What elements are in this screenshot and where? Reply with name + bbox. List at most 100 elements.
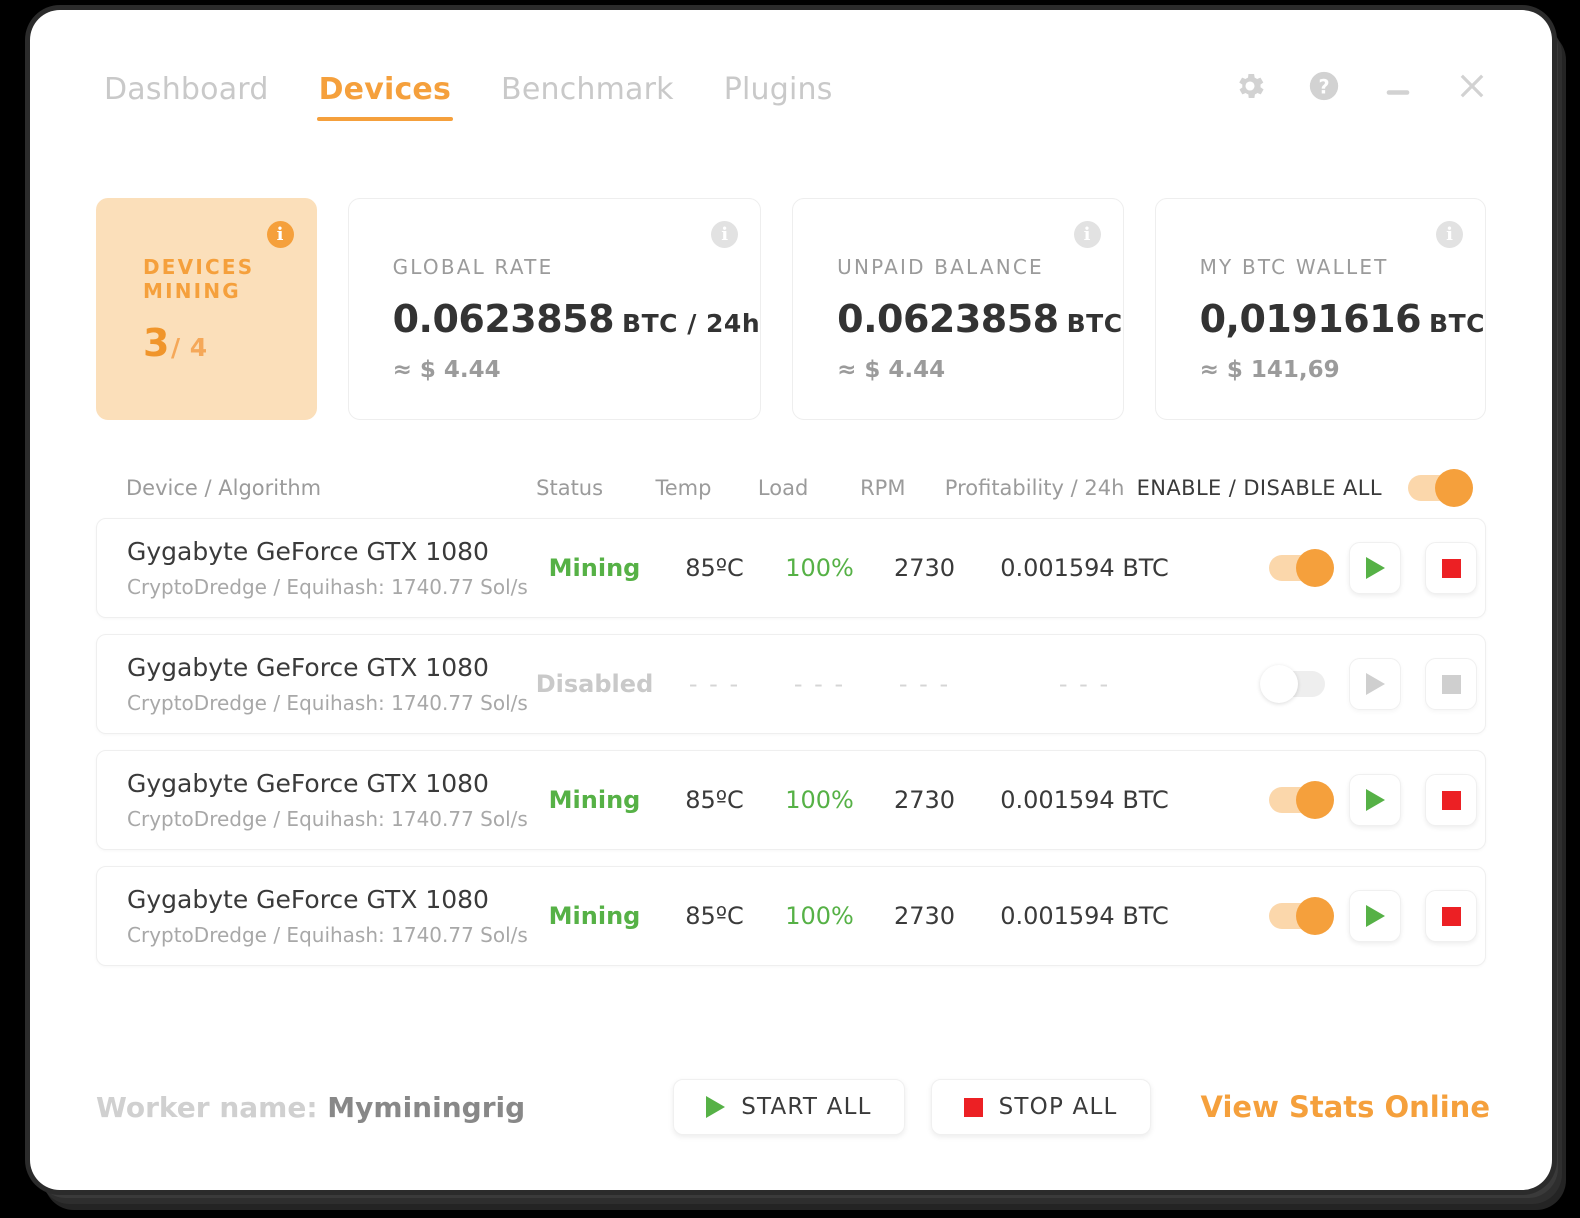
start-all-label: START ALL <box>741 1094 872 1120</box>
card-value-unit: / 4 <box>170 333 208 362</box>
status-cell: Mining <box>548 902 641 930</box>
tab-devices[interactable]: Devices <box>311 72 459 121</box>
play-icon <box>706 1096 726 1118</box>
header-device: Device / Algorithm <box>126 476 322 500</box>
close-icon[interactable] <box>1454 68 1490 104</box>
row-enable-toggle[interactable] <box>1269 781 1334 819</box>
stop-icon <box>1441 906 1461 926</box>
device-cell: Gygabyte GeForce GTX 1080 CryptoDredge /… <box>127 537 528 599</box>
temp-cell: - - - <box>688 670 741 698</box>
play-icon <box>1365 557 1385 579</box>
header-rpm: RPM <box>860 476 906 500</box>
row-enable-toggle[interactable] <box>1260 665 1325 703</box>
status-cell: Mining <box>548 554 641 582</box>
stop-button[interactable] <box>1425 774 1477 826</box>
start-button[interactable] <box>1349 774 1401 826</box>
card-value: 0.0623858 BTC / 24h <box>393 297 761 341</box>
device-algorithm: CryptoDredge / Equihash: 1740.77 Sol/s <box>127 923 528 947</box>
card-value-number: 0.0623858 <box>837 297 1059 341</box>
enable-disable-all-label: ENABLE / DISABLE ALL <box>1136 476 1383 500</box>
table-row[interactable]: Gygabyte GeForce GTX 1080 CryptoDredge /… <box>96 750 1486 850</box>
tab-benchmark[interactable]: Benchmark <box>493 72 682 121</box>
enable-disable-all-toggle[interactable] <box>1408 469 1474 507</box>
row-actions <box>1192 658 1485 710</box>
stop-icon <box>963 1097 983 1117</box>
profitability-cell: 0.001594 BTC <box>1000 786 1169 814</box>
svg-text:?: ? <box>1318 75 1329 98</box>
card-value: 3/ 4 <box>143 321 316 365</box>
tab-plugins[interactable]: Plugins <box>716 72 841 121</box>
row-actions <box>1192 890 1485 942</box>
info-icon-glyph: i <box>1083 223 1091 245</box>
rpm-cell: 2730 <box>893 786 956 814</box>
device-cell: Gygabyte GeForce GTX 1080 CryptoDredge /… <box>127 653 528 715</box>
row-enable-toggle[interactable] <box>1269 549 1334 587</box>
row-actions <box>1192 774 1485 826</box>
load-cell: 100% <box>785 554 854 582</box>
device-name: Gygabyte GeForce GTX 1080 <box>127 653 489 682</box>
info-icon[interactable]: i <box>1073 221 1101 248</box>
card-value-unit: BTC / 24h <box>622 309 761 338</box>
start-button[interactable] <box>1349 890 1401 942</box>
app-window: Dashboard Devices Benchmark Plugins ? i … <box>30 10 1552 1190</box>
header-actions: ENABLE / DISABLE ALL <box>1136 469 1486 507</box>
rpm-cell: - - - <box>898 670 951 698</box>
rpm-cell: 2730 <box>893 554 956 582</box>
table-row[interactable]: Gygabyte GeForce GTX 1080 CryptoDredge /… <box>96 866 1486 966</box>
stat-cards: i DEVICES MINING 3/ 4 i GLOBAL RATE 0.06… <box>96 198 1486 420</box>
play-icon <box>1365 673 1385 695</box>
profitability-cell: 0.001594 BTC <box>1000 554 1169 582</box>
stop-icon <box>1441 674 1461 694</box>
rpm-cell: 2730 <box>893 902 956 930</box>
device-cell: Gygabyte GeForce GTX 1080 CryptoDredge /… <box>127 769 528 831</box>
row-enable-toggle[interactable] <box>1269 897 1334 935</box>
card-unpaid-balance: i UNPAID BALANCE 0.0623858 BTC ≈ $ 4.44 <box>792 198 1124 420</box>
info-icon-glyph: i <box>276 223 284 245</box>
temp-cell: 85ºC <box>685 786 744 814</box>
device-name: Gygabyte GeForce GTX 1080 <box>127 769 489 798</box>
card-value: 0.0623858 BTC <box>837 297 1122 341</box>
device-algorithm: CryptoDredge / Equihash: 1740.77 Sol/s <box>127 575 528 599</box>
stop-all-button[interactable]: STOP ALL <box>930 1079 1151 1135</box>
titlebar: Dashboard Devices Benchmark Plugins ? <box>30 10 1552 135</box>
help-icon[interactable]: ? <box>1306 68 1342 104</box>
card-global-rate: i GLOBAL RATE 0.0623858 BTC / 24h ≈ $ 4.4… <box>347 198 762 420</box>
device-algorithm: CryptoDredge / Equihash: 1740.77 Sol/s <box>127 807 528 831</box>
card-value-number: 0,0191616 <box>1199 297 1422 341</box>
table-row[interactable]: Gygabyte GeForce GTX 1080 CryptoDredge /… <box>96 634 1486 734</box>
stop-button[interactable] <box>1425 658 1477 710</box>
tab-dashboard[interactable]: Dashboard <box>96 72 277 121</box>
status-cell: Mining <box>548 786 641 814</box>
footer-bar: Worker name: Myminingrig START ALL STOP … <box>96 1076 1490 1138</box>
header-status: Status <box>536 476 604 500</box>
worker-name-value: Myminingrig <box>327 1090 526 1124</box>
card-label: GLOBAL RATE <box>392 255 554 279</box>
view-stats-online-link[interactable]: View Stats Online <box>1201 1090 1490 1124</box>
stop-icon <box>1441 558 1461 578</box>
table-rows: Gygabyte GeForce GTX 1080 CryptoDredge /… <box>96 518 1486 966</box>
info-icon[interactable]: i <box>1436 221 1463 248</box>
info-icon[interactable]: i <box>266 221 294 248</box>
card-subvalue: ≈ $ 4.44 <box>837 357 946 383</box>
stop-button[interactable] <box>1425 890 1477 942</box>
info-icon[interactable]: i <box>711 221 739 248</box>
stop-icon <box>1441 790 1461 810</box>
card-my-btc-wallet: i MY BTC WALLET 0,0191616 BTC ≈ $ 141,69 <box>1154 198 1486 420</box>
profitability-cell: - - - <box>1058 670 1111 698</box>
load-cell: 100% <box>785 786 854 814</box>
settings-icon[interactable] <box>1232 68 1268 104</box>
window-controls: ? <box>1232 68 1490 104</box>
start-all-button[interactable]: START ALL <box>673 1079 905 1135</box>
devices-table: Device / Algorithm Status Temp Load RPM … <box>96 460 1486 982</box>
table-row[interactable]: Gygabyte GeForce GTX 1080 CryptoDredge /… <box>96 518 1486 618</box>
minimize-icon[interactable] <box>1380 68 1416 104</box>
status-cell: Disabled <box>535 670 654 698</box>
start-button[interactable] <box>1349 542 1401 594</box>
stop-button[interactable] <box>1425 542 1477 594</box>
stop-all-label: STOP ALL <box>998 1094 1118 1120</box>
start-button[interactable] <box>1349 658 1401 710</box>
temp-cell: 85ºC <box>685 554 744 582</box>
info-icon-glyph: i <box>721 223 729 245</box>
card-value-number: 3 <box>143 321 169 365</box>
header-profitability: Profitability / 24h <box>944 476 1125 500</box>
